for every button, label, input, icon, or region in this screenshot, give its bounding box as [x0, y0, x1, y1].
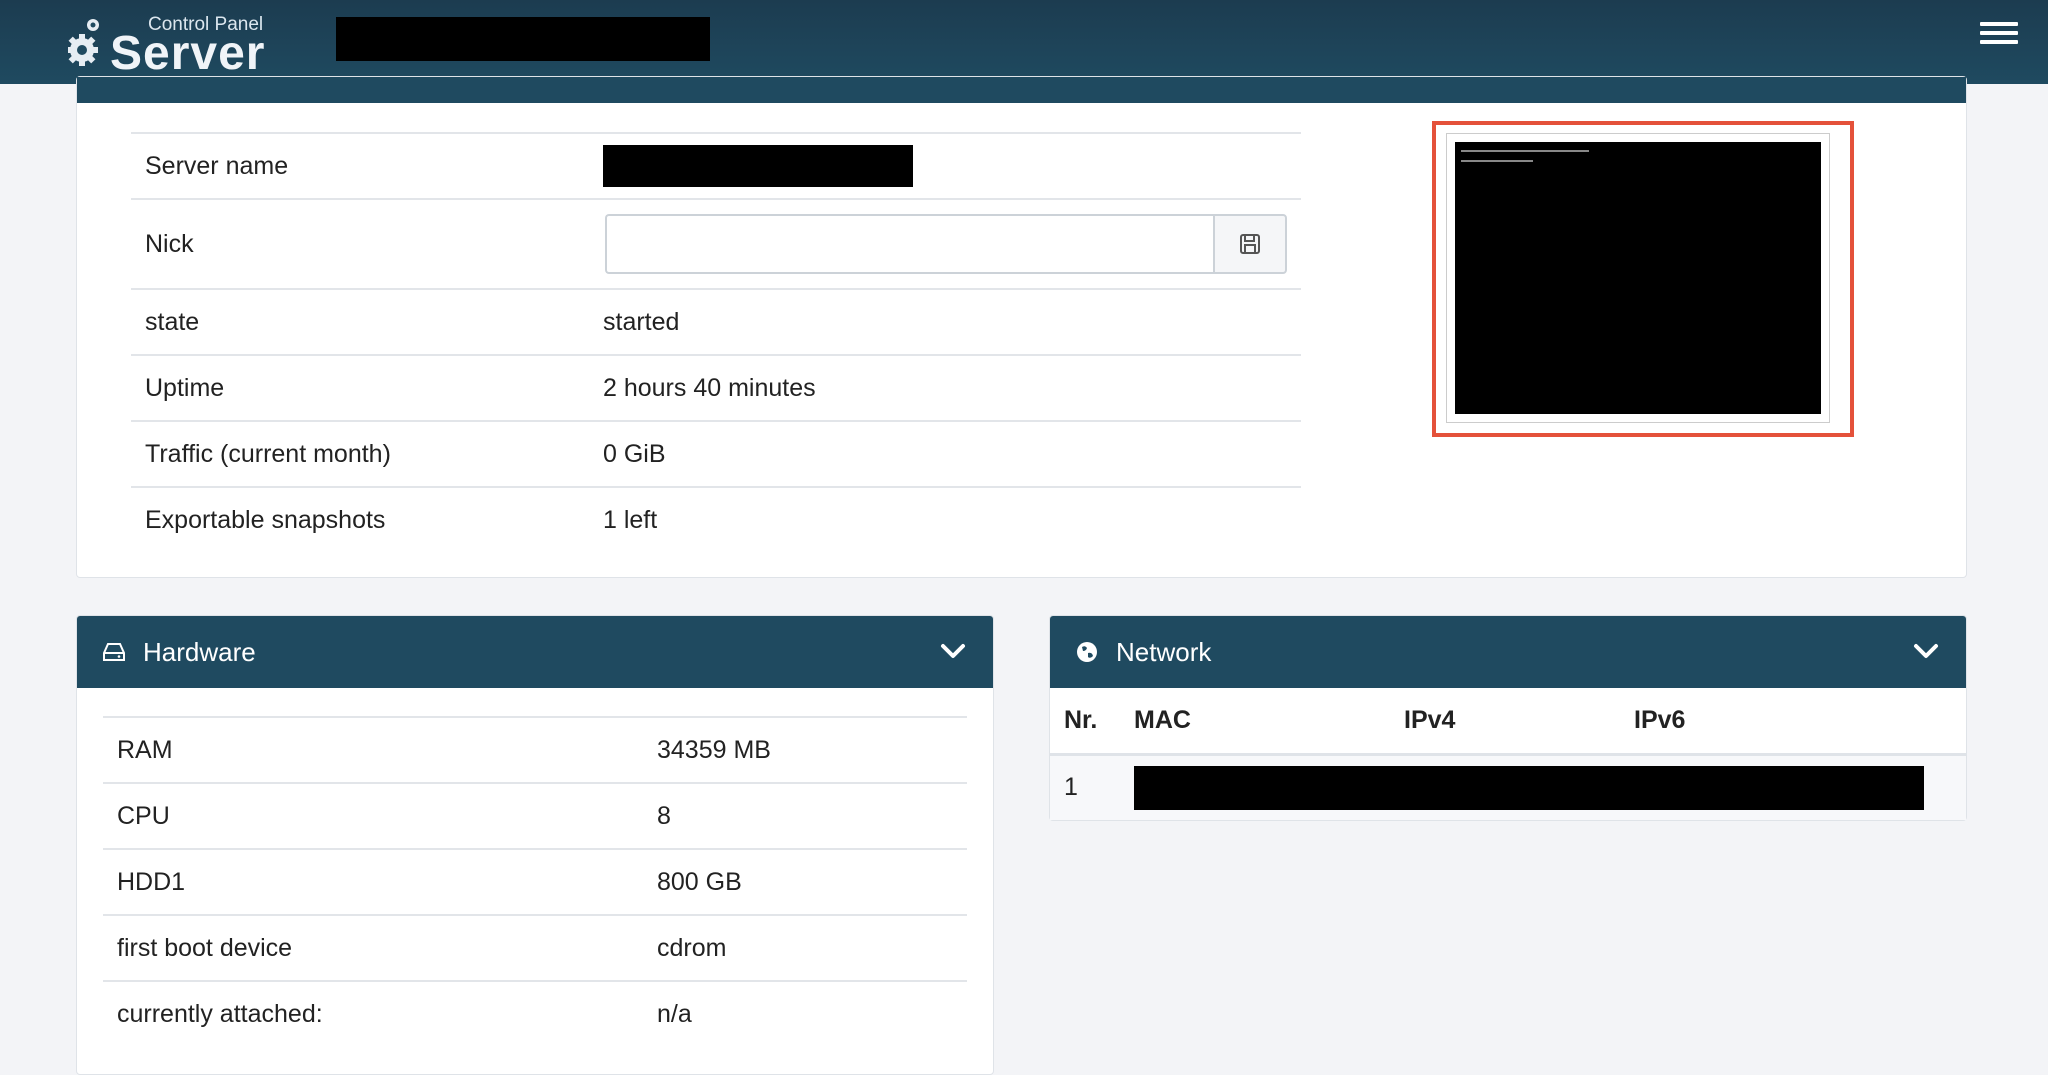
row-label: RAM	[117, 735, 173, 764]
column-header-mac: MAC	[1120, 688, 1390, 756]
table-row: Nick	[131, 199, 1301, 289]
row-value: started	[603, 307, 680, 336]
redacted-server-name	[603, 145, 913, 187]
network-title: Network	[1116, 636, 1212, 667]
console-text-line	[1461, 150, 1589, 152]
server-logo[interactable]: Control Panel Server	[68, 12, 268, 80]
row-nr: 1	[1050, 754, 1120, 820]
row-value: 800 GB	[657, 867, 742, 896]
top-navbar: Control Panel Server	[0, 0, 2048, 84]
row-label: first boot device	[117, 933, 293, 962]
table-row: 1	[1050, 754, 1966, 820]
hardware-table: RAM 34359 MB CPU 8 HDD1 800 GB first boo…	[103, 716, 967, 1047]
column-header-ipv4: IPv4	[1390, 688, 1620, 756]
row-label: Exportable snapshots	[145, 506, 386, 534]
row-value: n/a	[657, 1000, 692, 1028]
row-label: state	[145, 307, 200, 336]
row-label: CPU	[117, 801, 170, 830]
table-header-row: Nr. MAC IPv4 IPv6	[1050, 688, 1966, 756]
table-row: HDD1 800 GB	[103, 849, 967, 915]
redacted-network-data	[1134, 765, 1924, 810]
console-screen	[1455, 142, 1821, 414]
row-label: HDD1	[117, 867, 186, 896]
row-label: currently attached:	[117, 1000, 323, 1028]
server-info-table: Server name Nick state started Uptime 2 …	[131, 132, 1301, 553]
row-label: Uptime	[145, 373, 225, 402]
table-row: state started	[131, 289, 1301, 355]
row-value: cdrom	[657, 933, 727, 962]
chevron-down-icon[interactable]	[1912, 638, 1940, 664]
row-value: 1 left	[603, 506, 658, 534]
table-row: currently attached: n/a	[103, 981, 967, 1047]
row-value: 0 GiB	[603, 439, 666, 468]
console-preview-highlight	[1432, 121, 1854, 437]
network-panel-header[interactable]: Network	[1050, 616, 1966, 688]
network-table: Nr. MAC IPv4 IPv6 1	[1050, 688, 1966, 820]
table-row: CPU 8	[103, 783, 967, 849]
logo-title: Server	[110, 27, 266, 80]
table-row: Uptime 2 hours 40 minutes	[131, 355, 1301, 421]
column-header-ipv6: IPv6	[1620, 688, 1966, 756]
save-nick-button[interactable]	[1213, 214, 1287, 274]
console-text-line	[1461, 160, 1533, 162]
save-icon	[1240, 234, 1260, 254]
hardware-panel-header[interactable]: Hardware	[77, 616, 993, 688]
table-row: Traffic (current month) 0 GiB	[131, 421, 1301, 487]
table-row: Server name	[131, 133, 1301, 199]
gear-icon	[68, 19, 99, 66]
table-row: RAM 34359 MB	[103, 717, 967, 783]
hdd-icon	[103, 643, 125, 661]
row-label: Server name	[145, 151, 289, 180]
row-label: Traffic (current month)	[145, 439, 391, 468]
row-value: 2 hours 40 minutes	[603, 373, 816, 402]
row-value: 34359 MB	[657, 735, 771, 764]
network-panel: Network Nr. MAC IPv4 IPv6 1	[1049, 615, 1967, 821]
hamburger-icon[interactable]	[1980, 22, 2018, 52]
globe-icon	[1077, 642, 1097, 662]
hardware-panel: Hardware RAM 34359 MB CPU 8 HDD1 800 GB …	[76, 615, 994, 1075]
panel-top-strip	[77, 77, 1966, 103]
chevron-down-icon[interactable]	[939, 638, 967, 664]
nick-input[interactable]	[605, 214, 1213, 274]
server-info-panel: Server name Nick state started Uptime 2 …	[76, 76, 1967, 578]
table-row: Exportable snapshots 1 left	[131, 487, 1301, 553]
column-header-nr: Nr.	[1050, 688, 1120, 756]
hardware-title: Hardware	[143, 636, 256, 667]
row-label: Nick	[145, 229, 194, 258]
nick-input-group	[605, 214, 1287, 274]
console-preview[interactable]	[1446, 133, 1830, 423]
table-row: first boot device cdrom	[103, 915, 967, 981]
redacted-header-text	[336, 17, 710, 61]
row-value: 8	[657, 801, 671, 830]
